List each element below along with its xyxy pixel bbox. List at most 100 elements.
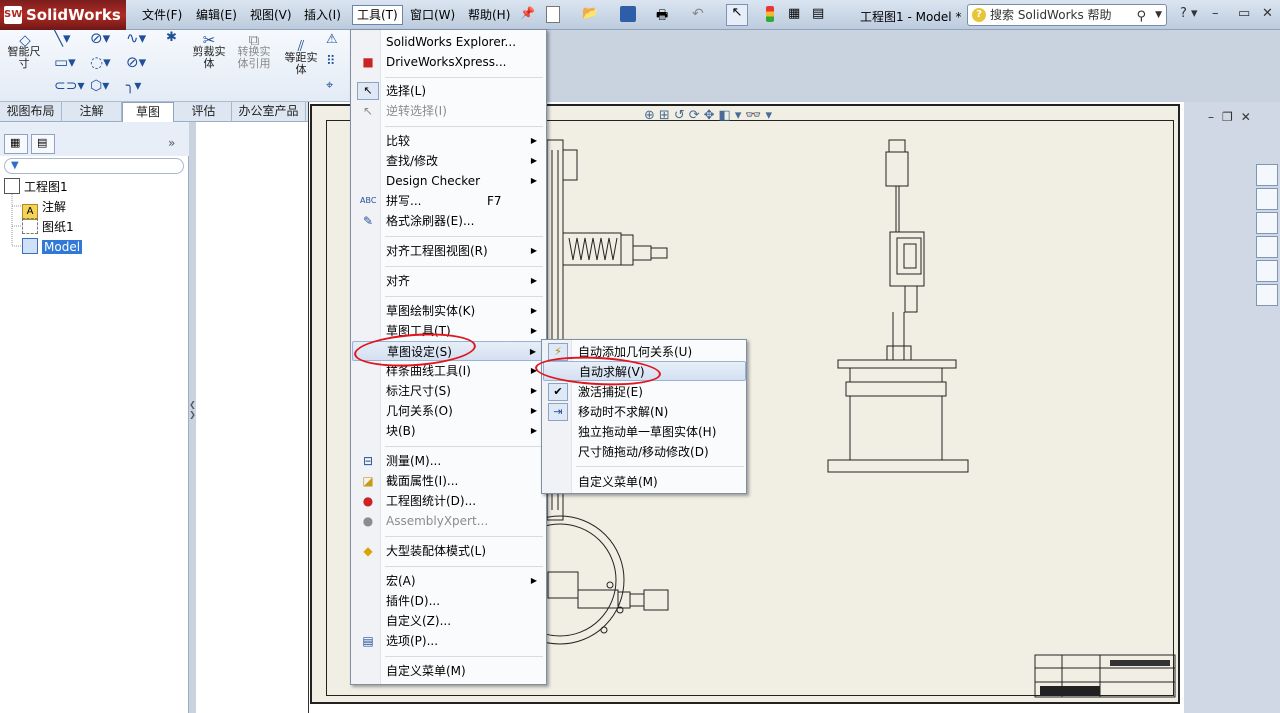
minimize-doc-icon[interactable]: –: [1208, 110, 1222, 124]
task-pane-home-icon[interactable]: [1256, 164, 1278, 186]
submenu-arrow-icon: ▶: [530, 406, 537, 415]
view-palette-icon[interactable]: [1256, 236, 1278, 258]
menu-separator: [385, 126, 543, 127]
driveworks-icon: ■: [362, 55, 374, 69]
submenu-arrow-icon: ▶: [530, 576, 537, 585]
menu-item-measure[interactable]: ⊟ 测量(M)...: [352, 451, 545, 471]
menu-item-spelling[interactable]: ABC 拼写... F7: [352, 191, 545, 211]
menu-item-sketch-entities[interactable]: 草图绘制实体(K) ▶: [352, 301, 545, 321]
menu-item-blocks[interactable]: 块(B) ▶: [352, 421, 545, 441]
appearances-icon[interactable]: [1256, 260, 1278, 282]
menu-separator: [576, 466, 744, 467]
menu-item-independent-drag[interactable]: 独立拖动单一草图实体(H): [543, 422, 746, 442]
menu-item-label: 插件(D)...: [386, 594, 441, 608]
menu-item-label: 对齐: [386, 274, 411, 288]
menu-item-label: 选择(L): [386, 84, 427, 98]
menu-item-relations[interactable]: 几何关系(O) ▶: [352, 401, 545, 421]
menu-item-label: DriveWorksXpress...: [386, 55, 507, 69]
menu-item-section-properties[interactable]: ◪ 截面属性(I)...: [352, 471, 545, 491]
menu-item-invert-selection[interactable]: ↖ 逆转选择(I): [352, 101, 545, 121]
menu-separator: [385, 296, 543, 297]
submenu-arrow-icon: ▶: [530, 386, 537, 395]
menu-item-label: 草图绘制实体(K): [386, 304, 476, 318]
file-explorer-icon[interactable]: [1256, 212, 1278, 234]
custom-properties-icon[interactable]: [1256, 284, 1278, 306]
menu-item-label: 几何关系(O): [386, 404, 453, 418]
menu-item-macro[interactable]: 宏(A) ▶: [352, 571, 545, 591]
submenu-arrow-icon: ▶: [530, 136, 537, 145]
menu-item-label: 拼写...: [386, 194, 422, 208]
options-icon: ▤: [362, 634, 374, 648]
no-solve-move-icon: ⇥: [548, 403, 568, 421]
menu-item-label: 查找/修改: [386, 154, 439, 168]
menu-item-assemblyxpert[interactable]: ● AssemblyXpert...: [352, 511, 545, 531]
menu-item-label: 截面属性(I)...: [386, 474, 459, 488]
submenu-arrow-icon: ▶: [529, 347, 536, 356]
menu-separator: [385, 77, 543, 78]
menu-item-label: 自定义菜单(M): [578, 475, 658, 489]
menu-item-drawing-statistics[interactable]: ● 工程图统计(D)...: [352, 491, 545, 511]
menu-item-options[interactable]: ▤ 选项(P)...: [352, 631, 545, 651]
menu-item-label: 宏(A): [386, 574, 416, 588]
menu-item-no-solve-move[interactable]: ⇥ 移动时不求解(N): [543, 402, 746, 422]
large-assembly-icon: ◆: [363, 544, 373, 558]
menu-item-label: 自定义(Z)...: [386, 614, 452, 628]
menu-item-compare[interactable]: 比较 ▶: [352, 131, 545, 151]
section-properties-icon: ◪: [362, 474, 374, 488]
menu-item-customize[interactable]: 自定义(Z)...: [352, 611, 545, 631]
menu-item-label: 标注尺寸(S): [386, 384, 451, 398]
assemblyxpert-icon: ●: [362, 514, 374, 528]
menu-item-select[interactable]: ↖ 选择(L): [352, 81, 545, 101]
submenu-arrow-icon: ▶: [530, 276, 537, 285]
select-arrow-icon: ↖: [357, 82, 379, 100]
close-doc-icon[interactable]: ✕: [1241, 110, 1259, 124]
submenu-arrow-icon: ▶: [530, 176, 537, 185]
format-painter-icon: ✎: [362, 214, 374, 228]
menu-item-align-drawing-view[interactable]: 对齐工程图视图(R) ▶: [352, 241, 545, 261]
menu-item-large-assembly-mode[interactable]: ◆ 大型装配体模式(L): [352, 541, 545, 561]
menu-item-enable-snapping[interactable]: ✔ 激活捕捉(E): [543, 382, 746, 402]
menu-item-label: 格式涂刷器(E)...: [386, 214, 475, 228]
submenu-arrow-icon: ▶: [530, 426, 537, 435]
menu-item-driveworksxpress[interactable]: ■ DriveWorksXpress...: [352, 52, 545, 72]
menu-separator: [385, 656, 543, 657]
submenu-arrow-icon: ▶: [530, 246, 537, 255]
menu-item-label: AssemblyXpert...: [386, 514, 489, 528]
menu-item-label: SolidWorks Explorer...: [386, 35, 517, 49]
menu-item-align[interactable]: 对齐 ▶: [352, 271, 545, 291]
menu-item-add-ins[interactable]: 插件(D)...: [352, 591, 545, 611]
submenu-arrow-icon: ▶: [530, 326, 537, 335]
menu-item-find-modify[interactable]: 查找/修改 ▶: [352, 151, 545, 171]
menu-item-format-painter[interactable]: ✎ 格式涂刷器(E)...: [352, 211, 545, 231]
menu-item-label: 块(B): [386, 424, 416, 438]
menu-item-label: 尺寸随拖动/移动修改(D): [578, 445, 709, 459]
menu-separator: [385, 266, 543, 267]
menu-item-label: Design Checker: [386, 174, 481, 188]
menu-item-label: 大型装配体模式(L): [386, 544, 487, 558]
measure-icon: ⊟: [362, 454, 374, 468]
submenu-arrow-icon: ▶: [530, 156, 537, 165]
menu-item-label: 独立拖动单一草图实体(H): [578, 425, 717, 439]
document-window-buttons: –❐✕: [1208, 110, 1259, 124]
menu-item-label: 移动时不求解(N): [578, 405, 669, 419]
menu-item-solidworks-explorer[interactable]: SolidWorks Explorer...: [352, 32, 545, 52]
menu-separator: [385, 566, 543, 567]
restore-doc-icon[interactable]: ❐: [1222, 110, 1241, 124]
menu-item-label: 比较: [386, 134, 411, 148]
menu-item-design-checker[interactable]: Design Checker ▶: [352, 171, 545, 191]
submenu-arrow-icon: ▶: [530, 306, 537, 315]
menu-separator: [385, 446, 543, 447]
shortcut-label: F7: [487, 194, 502, 208]
menu-item-customize-menu[interactable]: 自定义菜单(M): [352, 661, 545, 681]
menu-item-label: 对齐工程图视图(R): [386, 244, 488, 258]
menu-separator: [385, 236, 543, 237]
design-library-icon[interactable]: [1256, 188, 1278, 210]
menu-separator: [385, 536, 543, 537]
checkmark-icon: ✔: [548, 383, 568, 401]
menu-item-label: 工程图统计(D)...: [386, 494, 477, 508]
menu-item-customize-menu[interactable]: 自定义菜单(M): [543, 472, 746, 492]
menu-item-dimensions[interactable]: 标注尺寸(S) ▶: [352, 381, 545, 401]
menu-item-label: 选项(P)...: [386, 634, 439, 648]
menu-item-dimension-follow-drag[interactable]: 尺寸随拖动/移动修改(D): [543, 442, 746, 462]
statistics-icon: ●: [362, 494, 374, 508]
